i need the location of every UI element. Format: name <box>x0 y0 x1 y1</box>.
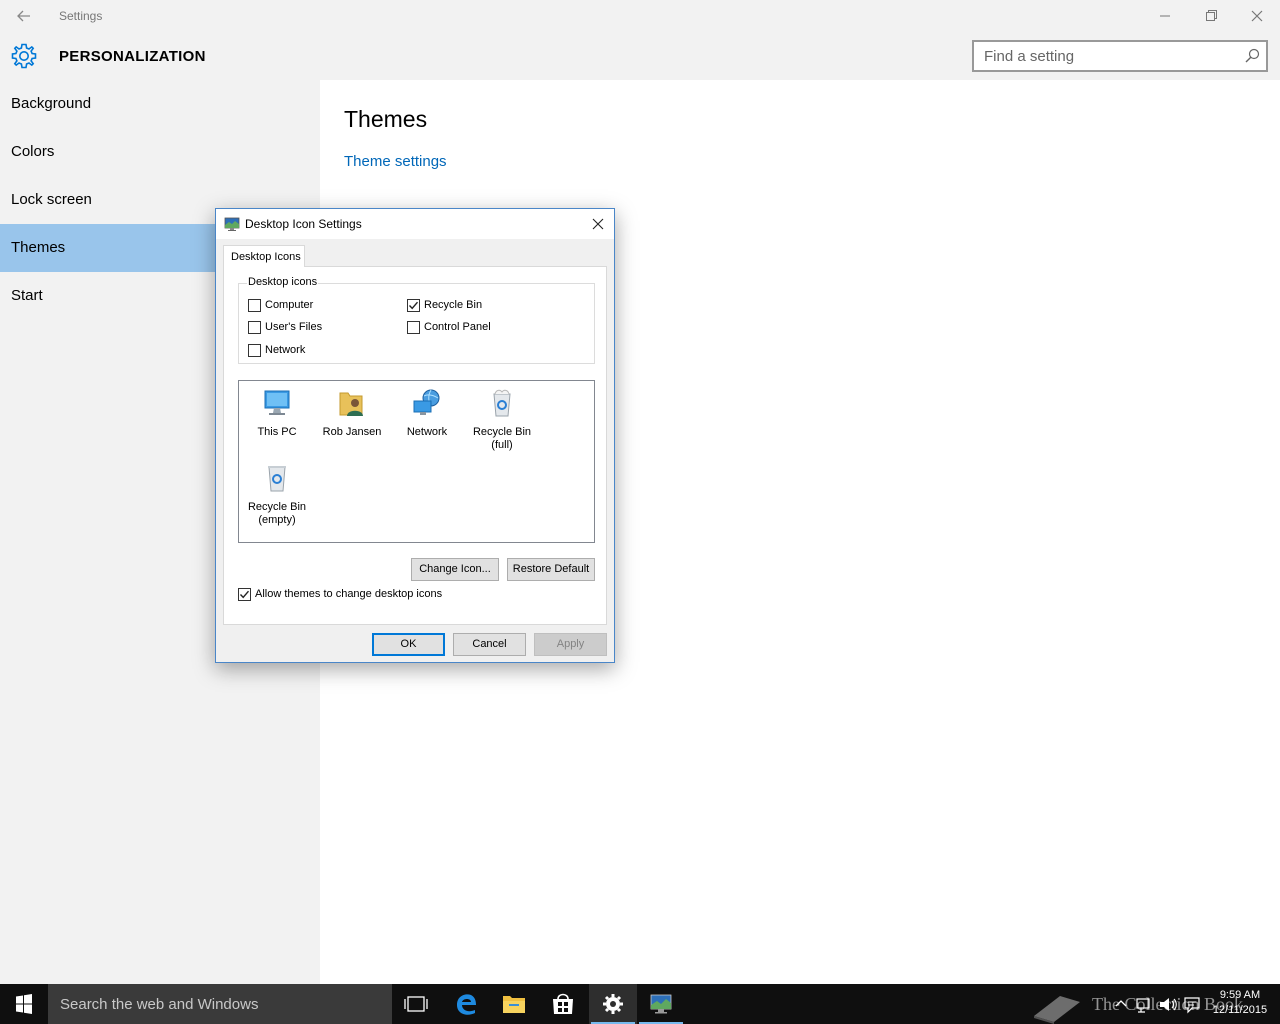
taskbar-search-box[interactable]: Search the web and Windows <box>48 984 392 1024</box>
user-folder-icon <box>339 392 363 416</box>
task-view-icon <box>404 996 428 1012</box>
apply-button[interactable]: Apply <box>534 633 607 656</box>
restore-button[interactable] <box>1196 4 1226 28</box>
this-pc-icon <box>264 390 290 415</box>
theme-settings-link[interactable]: Theme settings <box>344 153 447 170</box>
checkbox-box[interactable] <box>248 321 261 334</box>
clock-time: 9:59 AM <box>1219 989 1261 1001</box>
change-icon-button[interactable]: Change Icon... <box>411 558 499 581</box>
desktop-icon-settings-icon <box>224 217 240 231</box>
back-button[interactable] <box>12 6 36 26</box>
checkbox-label: Allow themes to change desktop icons <box>255 588 443 600</box>
search-icon[interactable] <box>1244 48 1260 64</box>
icon-list[interactable]: This PC Rob Jansen Network Recycle Bin (… <box>238 380 595 543</box>
dialog-title-bar: Desktop Icon Settings <box>216 209 614 239</box>
checkbox-label: User's Files <box>265 321 323 333</box>
file-explorer-button[interactable] <box>490 984 538 1024</box>
restore-icon <box>1206 10 1217 21</box>
settings-icon <box>603 994 623 1014</box>
dialog-title: Desktop Icon Settings <box>245 217 362 231</box>
start-button[interactable] <box>0 984 48 1024</box>
desktop-icon-settings-taskbar-button[interactable] <box>637 984 685 1024</box>
edge-icon <box>457 994 476 1015</box>
icon-recycle-bin-full[interactable]: Recycle Bin (full) <box>465 387 539 452</box>
tab-panel: Desktop icons Computer Recycle Bin User'… <box>223 266 607 625</box>
checkbox-box[interactable] <box>238 588 251 601</box>
settings-taskbar-button[interactable] <box>589 984 637 1024</box>
recycle-bin-empty-icon <box>268 466 286 492</box>
gear-icon <box>11 43 37 69</box>
checkbox-label: Network <box>265 344 306 356</box>
search-input[interactable] <box>974 42 1234 70</box>
icon-label: This PC <box>257 426 297 438</box>
minimize-button[interactable] <box>1150 4 1180 28</box>
icon-recycle-bin-empty[interactable]: Recycle Bin (empty) <box>240 462 314 527</box>
taskbar: Search the web and Windows The Book 9:59… <box>0 984 1280 1024</box>
close-icon <box>1251 10 1263 22</box>
sidebar-item-colors[interactable]: Colors <box>0 128 320 176</box>
checkbox-label: Computer <box>265 299 314 311</box>
group-label: Desktop icons <box>247 276 319 288</box>
page-header: PERSONALIZATION <box>0 32 1280 80</box>
desktop-icon-settings-icon <box>650 994 672 1014</box>
edge-button[interactable] <box>442 984 490 1024</box>
page-title: PERSONALIZATION <box>59 48 206 65</box>
cancel-button[interactable]: Cancel <box>453 633 526 656</box>
back-arrow-icon <box>17 10 30 22</box>
task-view-button[interactable] <box>392 984 440 1024</box>
icon-this-pc[interactable]: This PC <box>240 387 314 439</box>
system-tray-icons[interactable] <box>1112 984 1204 1024</box>
tab-desktop-icons[interactable]: Desktop Icons <box>223 245 305 267</box>
content-title: Themes <box>344 106 428 132</box>
store-icon <box>553 993 573 1014</box>
network-icon <box>413 389 440 415</box>
recycle-bin-full-icon <box>493 389 511 417</box>
checkbox-box[interactable] <box>248 299 261 312</box>
close-icon <box>592 218 604 230</box>
clock[interactable]: 9:59 AM 12/11/2015 <box>1206 988 1274 1018</box>
icon-label: Recycle Bin (full) <box>472 426 532 451</box>
store-button[interactable] <box>539 984 587 1024</box>
icon-network[interactable]: Network <box>390 387 464 439</box>
minimize-icon <box>1160 15 1170 17</box>
windows-logo-icon <box>16 994 32 1014</box>
desktop-icons-group: Desktop icons Computer Recycle Bin User'… <box>238 276 595 364</box>
icon-label: Recycle Bin (empty) <box>247 501 307 526</box>
clock-date: 12/11/2015 <box>1212 1004 1268 1016</box>
icon-user-folder[interactable]: Rob Jansen <box>315 387 389 439</box>
restore-default-button[interactable]: Restore Default <box>507 558 595 581</box>
title-bar: Settings <box>0 0 1280 32</box>
icon-label: Network <box>406 426 448 438</box>
search-box[interactable] <box>972 40 1268 72</box>
checkmark-icon <box>408 301 419 310</box>
desktop-icon-settings-dialog: Desktop Icon Settings Desktop Icons Desk… <box>215 208 615 663</box>
checkbox-label: Recycle Bin <box>424 299 483 311</box>
close-button[interactable] <box>1242 4 1272 28</box>
checkbox-box[interactable] <box>407 321 420 334</box>
book-icon <box>1034 996 1080 1024</box>
sidebar-item-background[interactable]: Background <box>0 80 320 128</box>
dialog-close-button[interactable] <box>588 214 608 234</box>
app-title: Settings <box>59 9 103 23</box>
checkbox-label: Control Panel <box>424 321 491 333</box>
file-explorer-icon <box>503 996 525 1013</box>
checkmark-icon <box>239 590 250 599</box>
checkbox-box[interactable] <box>248 344 261 357</box>
checkbox-box[interactable] <box>407 299 420 312</box>
taskbar-search-text: Search the web and Windows <box>60 996 259 1013</box>
ok-button[interactable]: OK <box>372 633 445 656</box>
icon-label: Rob Jansen <box>322 426 382 438</box>
